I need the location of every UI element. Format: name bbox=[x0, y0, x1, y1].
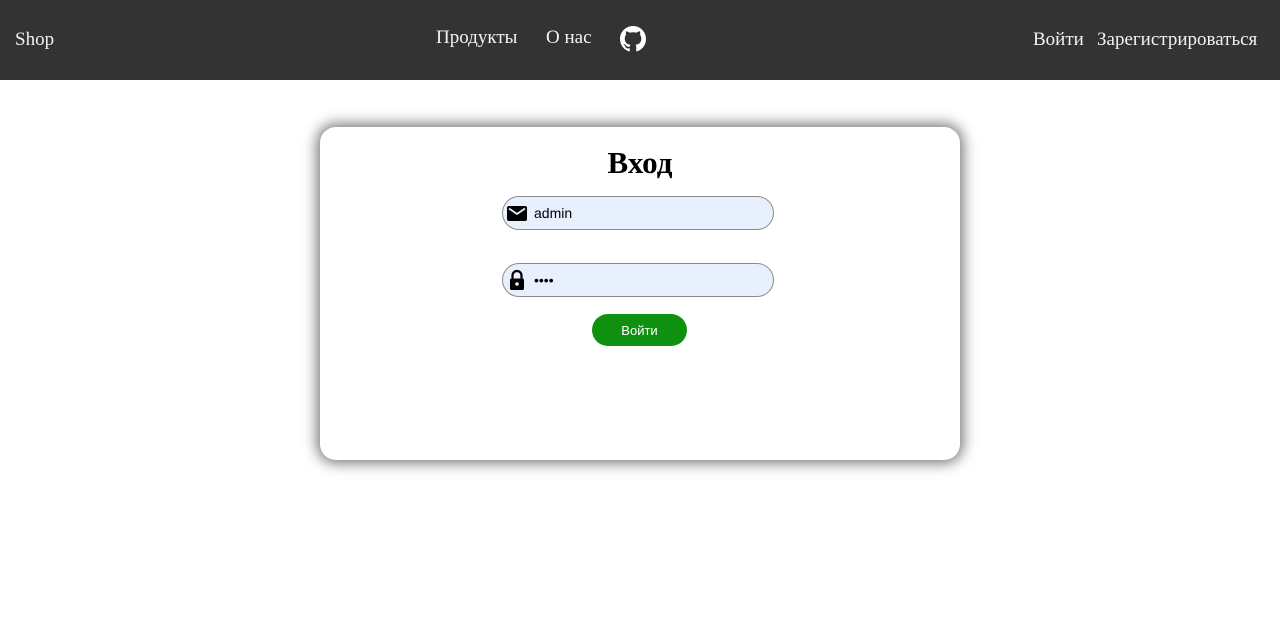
login-submit-button[interactable]: Войти bbox=[592, 314, 687, 346]
login-card: Вход Войти bbox=[320, 127, 960, 460]
nav-login-link[interactable]: Войти bbox=[1033, 29, 1084, 51]
email-field bbox=[502, 196, 774, 230]
top-navbar: Shop Продукты О нас Войти Зарегистрирова… bbox=[0, 0, 1280, 80]
nav-link-about[interactable]: О нас bbox=[546, 27, 592, 49]
nav-link-products[interactable]: Продукты bbox=[436, 27, 517, 49]
email-input[interactable] bbox=[534, 198, 764, 228]
brand-link[interactable]: Shop bbox=[15, 29, 54, 51]
github-link[interactable] bbox=[620, 26, 646, 52]
login-title: Вход bbox=[607, 145, 673, 180]
lock-icon bbox=[506, 268, 528, 292]
password-field bbox=[502, 263, 774, 297]
envelope-icon bbox=[506, 201, 528, 225]
nav-register-link[interactable]: Зарегистрироваться bbox=[1097, 29, 1257, 51]
password-input[interactable] bbox=[534, 265, 764, 295]
github-icon bbox=[620, 26, 646, 52]
